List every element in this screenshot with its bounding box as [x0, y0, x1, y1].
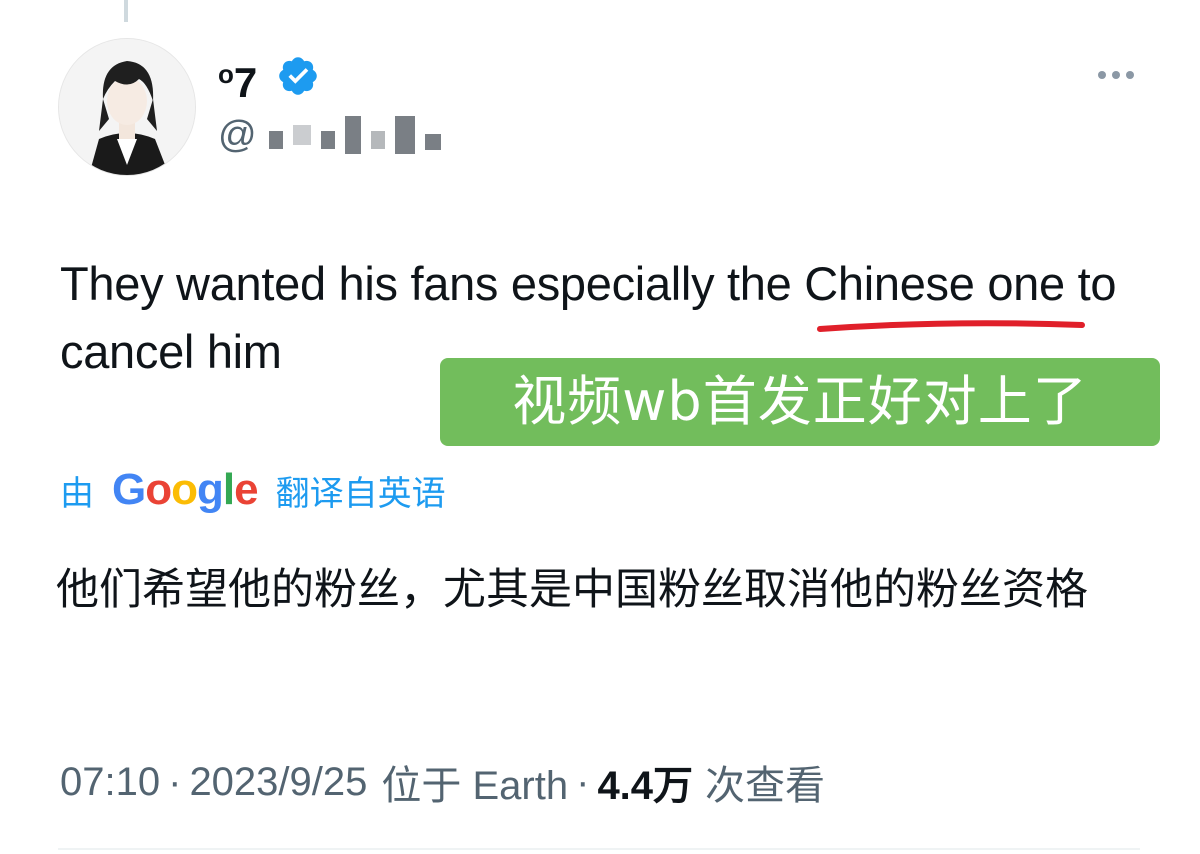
- translation-prefix: 由: [60, 474, 94, 513]
- thread-connector-line: [124, 0, 128, 22]
- display-name[interactable]: o7: [218, 48, 257, 109]
- tweet-time[interactable]: 07:10: [60, 760, 160, 805]
- meta-separator: ·: [168, 759, 182, 804]
- views-label: 次查看: [705, 764, 826, 808]
- meta-separator: ·: [576, 759, 590, 804]
- translation-suffix: 翻译自英语: [275, 474, 446, 513]
- tweet-date[interactable]: 2023/9/25: [189, 760, 367, 805]
- more-dot: [1126, 71, 1134, 79]
- divider: [58, 848, 1140, 850]
- redacted-handle-block: [424, 134, 441, 150]
- verified-badge-icon: [279, 57, 317, 95]
- redacted-handle-block: [344, 116, 361, 154]
- red-underline-annotation: [817, 320, 1085, 332]
- more-options-button[interactable]: [1090, 58, 1142, 92]
- views-count[interactable]: 4.4万: [597, 753, 693, 811]
- display-name-text: 7: [233, 59, 257, 106]
- redacted-handle-block: [320, 131, 335, 149]
- redacted-handle-block: [268, 131, 283, 149]
- handle-at-symbol: @: [218, 114, 257, 156]
- avatar[interactable]: [58, 38, 196, 176]
- translated-text: 他们希望他的粉丝，尤其是中国粉丝取消他的粉丝资格: [56, 566, 1088, 614]
- more-dot: [1112, 71, 1120, 79]
- avatar-illustration: [59, 39, 195, 175]
- redacted-handle-block: [370, 131, 385, 149]
- redacted-handle-block: [394, 116, 415, 154]
- tweet-location: 位于 Earth: [381, 764, 569, 808]
- handle[interactable]: @: [218, 112, 451, 158]
- redacted-handle-block: [292, 125, 311, 145]
- tweet-meta: 07:10 · 2023/9/25 位于 Earth · 4.4万 次查看: [60, 752, 825, 812]
- overlay-caption: 视频wb首发正好对上了: [440, 358, 1160, 446]
- display-name-superscript: o: [218, 59, 234, 89]
- google-logo: Google: [112, 465, 259, 514]
- more-dot: [1098, 71, 1106, 79]
- translation-attribution[interactable]: 由 Google 翻译自英语: [60, 462, 446, 518]
